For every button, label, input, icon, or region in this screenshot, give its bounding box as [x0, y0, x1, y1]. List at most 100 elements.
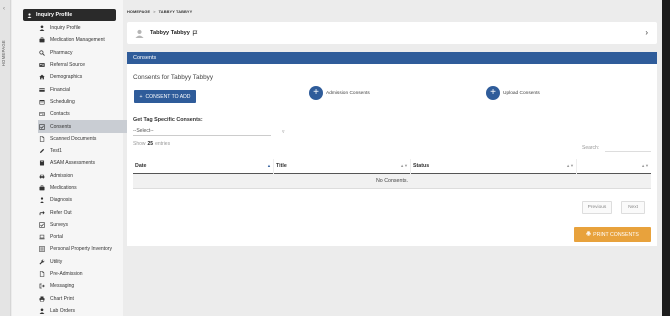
entries-select[interactable]: 25	[148, 141, 154, 147]
sidebar-item-diagnosis[interactable]: Diagnosis	[38, 194, 128, 206]
sidebar-item-label: Lab Orders	[50, 307, 76, 314]
sidebar-item-asam-assessments[interactable]: ASAM Assessments	[38, 157, 128, 169]
sidebar-item-surveys[interactable]: Surveys	[38, 219, 128, 231]
sidebar-item-admission[interactable]: Admission	[38, 170, 128, 182]
sidebar-item-label: Pharmacy	[50, 49, 73, 56]
column-status[interactable]: Status ▲▼	[411, 158, 577, 174]
briefcase-icon	[39, 37, 45, 43]
credit-card-icon	[39, 87, 45, 93]
table-header: Date ▲ Title ▲▼ Status ▲▼ ▲▼	[133, 158, 651, 174]
sidebar-item-contacts[interactable]: Contacts	[38, 108, 128, 120]
sidebar-item-messaging[interactable]: Messaging	[38, 280, 128, 292]
sidebar-list: Inquiry Profile Medication Management Phar…	[38, 22, 128, 316]
sidebar-item-label: Financial	[50, 86, 71, 93]
person-icon	[39, 25, 45, 32]
check-square-icon	[39, 123, 45, 130]
left-rail: ‹ HOMEPAGE	[0, 0, 11, 316]
chevron-down-icon[interactable]: ▿	[282, 129, 285, 135]
sidebar-item-portal[interactable]: Portal	[38, 231, 128, 243]
plus-icon: +	[139, 93, 143, 100]
sidebar-item-label: Surveys	[50, 221, 69, 228]
sidebar-item-lab-orders[interactable]: Lab Orders	[38, 305, 128, 316]
sidebar-item-pre-admission[interactable]: Pre-Admission	[38, 268, 128, 280]
sidebar-item-label: Medications	[50, 185, 77, 191]
sidebar-item-medication-management[interactable]: Medication Management	[38, 34, 128, 46]
sidebar-item-label: ASAM Assessments	[50, 160, 96, 167]
sidebar-item-referral-source[interactable]: Referral Source	[38, 59, 128, 71]
sidebar-item-demographics[interactable]: Demographics	[38, 71, 128, 83]
admission-consents-label: Admission Consents	[326, 90, 370, 96]
collapse-icon[interactable]: ‹	[3, 6, 5, 12]
sidebar-item-label: Pre-Admission	[50, 271, 83, 278]
sidebar-item-label: Scheduling	[50, 98, 75, 105]
column-date-label: Date	[135, 163, 147, 169]
flag-icon[interactable]	[192, 30, 198, 36]
sidebar-header[interactable]: Inquiry Profile	[23, 9, 116, 21]
homepage-rail-label[interactable]: HOMEPAGE	[1, 40, 6, 66]
person-dot-icon	[39, 197, 45, 204]
upload-consents-label: Upload Consents	[503, 90, 540, 96]
calendar-icon	[39, 99, 45, 105]
laptop-icon	[39, 234, 45, 240]
book-icon	[39, 160, 45, 166]
column-date[interactable]: Date ▲	[133, 158, 274, 174]
chevron-right-icon[interactable]: ›	[645, 28, 648, 37]
print-icon	[586, 231, 591, 238]
sidebar: Inquiry Profile Inquiry Profile Medicatio…	[12, 0, 128, 316]
sidebar-item-label: Demographics	[50, 74, 83, 81]
sidebar-item-scheduling[interactable]: Scheduling	[38, 96, 128, 108]
breadcrumb-home[interactable]: HOMEPAGE	[127, 9, 150, 14]
sidebar-item-inquiry-profile[interactable]: Inquiry Profile	[38, 22, 128, 34]
column-title[interactable]: Title ▲▼	[274, 158, 411, 174]
tag-consents-label: Get Tag Specific Consents:	[133, 117, 203, 123]
sidebar-item-pharmacy[interactable]: Pharmacy	[38, 47, 128, 59]
print-consents-button[interactable]: PRINT CONSENTS	[574, 227, 651, 242]
sidebar-item-medications[interactable]: Medications	[38, 182, 128, 194]
admission-consents-button[interactable]: + Admission Consents	[309, 86, 370, 100]
home-icon	[39, 74, 45, 80]
breadcrumb-current: TABBYY TABBYY	[158, 9, 193, 14]
consent-to-add-button[interactable]: + CONSENT TO ADD	[134, 90, 196, 103]
avatar	[135, 29, 144, 38]
previous-button[interactable]: Previous	[582, 201, 612, 214]
panel-header: Consents	[127, 52, 657, 64]
consents-panel: Consents Consents for Tabbyy Tabbyy + CO…	[127, 52, 657, 246]
next-button[interactable]: Next	[621, 201, 645, 214]
sidebar-item-label: Diagnosis	[50, 197, 72, 204]
sidebar-item-consents[interactable]: Consents	[38, 120, 128, 133]
sidebar-item-personal-property-inventory[interactable]: Personal Property Inventory	[38, 243, 128, 255]
sidebar-item-label: Chart Print	[50, 295, 74, 302]
sidebar-item-label: Referral Source	[50, 62, 86, 69]
sidebar-item-label: Admission	[50, 172, 74, 179]
show-entries: Show 25 entries	[133, 141, 170, 147]
car-icon	[39, 173, 45, 179]
briefcase-icon	[39, 185, 45, 191]
sidebar-item-label: Refer Out	[50, 209, 72, 216]
sidebar-item-refer-out[interactable]: Refer Out	[38, 206, 128, 218]
sidebar-item-test1[interactable]: Test1	[38, 145, 128, 157]
sign-out-icon	[39, 283, 45, 289]
person-icon	[39, 308, 45, 314]
sidebar-item-financial[interactable]: Financial	[38, 83, 128, 95]
tag-select[interactable]: --Select--	[133, 127, 271, 136]
consents-table: Date ▲ Title ▲▼ Status ▲▼ ▲▼ No Consents…	[133, 158, 651, 189]
empty-row: No Consents.	[133, 174, 651, 189]
column-status-label: Status	[413, 163, 430, 169]
search-input[interactable]	[605, 142, 651, 152]
panel-title: Consents for Tabbyy Tabbyy	[133, 74, 214, 81]
consent-to-add-label: CONSENT TO ADD	[145, 93, 191, 100]
sidebar-item-chart-print[interactable]: Chart Print	[38, 293, 128, 305]
person-icon	[27, 12, 32, 18]
file-icon	[39, 136, 45, 142]
sidebar-item-utility[interactable]: Utility	[38, 256, 128, 268]
sidebar-item-scanned-documents[interactable]: Scanned Documents	[38, 133, 128, 145]
plus-circle-icon: +	[486, 86, 500, 100]
file-icon	[39, 271, 45, 277]
patient-card: Tabbyy Tabbyy ›	[127, 22, 657, 44]
sidebar-item-label: Test1	[50, 148, 62, 155]
column-actions[interactable]: ▲▼	[577, 159, 651, 174]
upload-consents-button[interactable]: + Upload Consents	[486, 86, 540, 100]
check-square-icon	[39, 222, 45, 228]
print-icon	[39, 296, 45, 302]
sort-icon: ▲▼	[641, 162, 649, 168]
